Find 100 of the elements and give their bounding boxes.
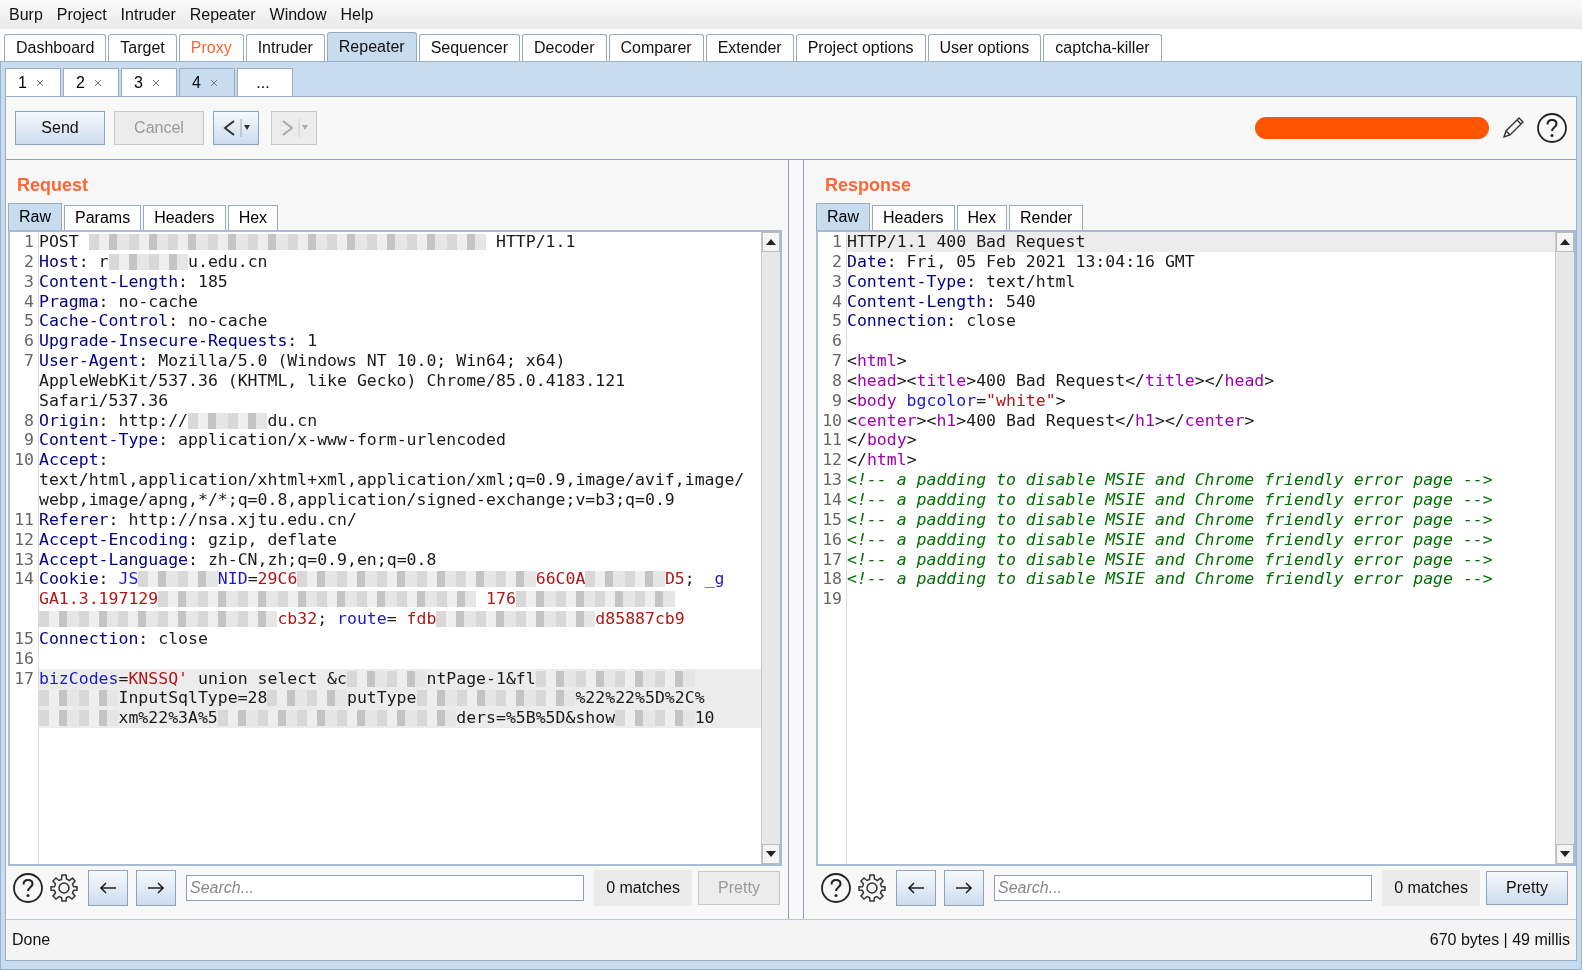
search-field[interactable]: Search... xyxy=(186,875,585,901)
code-line: Content-Length: 185 xyxy=(38,271,229,292)
line-number: 16 xyxy=(821,529,843,550)
scroll-down-icon[interactable] xyxy=(1559,850,1571,858)
view-tab[interactable]: Hex xyxy=(956,205,1007,230)
line-number: 3 xyxy=(23,271,35,292)
menu-item[interactable]: Project xyxy=(49,5,114,24)
request-tab[interactable]: 3 xyxy=(121,68,177,96)
line-number: 6 xyxy=(23,331,35,352)
send-button[interactable]: Send xyxy=(15,111,105,145)
view-tab[interactable]: Hex xyxy=(227,205,279,230)
code-line: <!-- a padding to disable MSIE and Chrome friendly error page --> xyxy=(846,470,1494,490)
main-tab[interactable]: captcha-killer xyxy=(1043,34,1162,61)
line-number: 18 xyxy=(821,569,843,590)
pretty-button[interactable]: Pretty xyxy=(1486,871,1568,905)
previous-match-button[interactable] xyxy=(896,870,936,906)
main-tab[interactable]: Target xyxy=(108,34,177,61)
settings-icon[interactable] xyxy=(48,872,80,904)
left-arrow-icon xyxy=(98,881,118,895)
line-number: 17 xyxy=(821,549,843,570)
code-line: Accept-Encoding: gzip, deflate xyxy=(38,529,339,550)
line-number: 14 xyxy=(13,569,35,591)
close-icon[interactable] xyxy=(35,78,44,87)
code-line: Content-Type: application/x-www-form-urlencoded xyxy=(38,430,507,451)
main-tab[interactable]: Comparer xyxy=(608,34,704,61)
code-line: HTTP/1.1 400 Bad Request xyxy=(846,232,1087,252)
line-number: 7 xyxy=(23,351,35,373)
request-tab[interactable]: 4 xyxy=(179,68,235,96)
line-number: 3 xyxy=(831,271,843,292)
menu-item[interactable]: Repeater xyxy=(182,5,263,24)
line-number: 6 xyxy=(831,331,843,352)
view-tab[interactable]: Params xyxy=(64,205,142,230)
code-line: Accept: text/html,application/xhtml+xml,application/xml;q=0.9,image/avif,image/webp,image/apng,*/*;q=0.8,application/signed-exchange;v=b3;q=0.9 xyxy=(38,450,745,510)
line-number: 10 xyxy=(13,450,35,472)
view-tab[interactable]: Raw xyxy=(8,203,62,230)
line-number: 13 xyxy=(821,470,843,490)
menu-item[interactable]: Intruder xyxy=(113,5,183,24)
line-number: 15 xyxy=(821,509,843,530)
code-line: Host: r u.edu.cn xyxy=(38,251,269,272)
line-number: 1 xyxy=(23,232,35,252)
code-line: <!-- a padding to disable MSIE and Chrome friendly error page --> xyxy=(846,509,1494,530)
help-icon[interactable] xyxy=(820,872,852,904)
scroll-down-icon[interactable] xyxy=(765,850,777,858)
view-tab[interactable]: Render xyxy=(1008,205,1084,230)
code-line: Upgrade-Insecure-Requests: 1 xyxy=(38,331,319,352)
menu-item[interactable]: Window xyxy=(262,5,334,24)
close-icon[interactable] xyxy=(93,78,102,87)
menu-item[interactable]: Help xyxy=(333,5,381,24)
line-number: 4 xyxy=(831,291,843,312)
code-line: Content-Length: 540 xyxy=(846,291,1037,312)
help-icon[interactable] xyxy=(12,872,44,904)
code-line: Pragma: no-cache xyxy=(38,291,199,312)
main-tab[interactable]: Project options xyxy=(795,34,926,61)
line-number: 14 xyxy=(821,489,843,510)
main-tab[interactable]: Sequencer xyxy=(418,34,520,61)
next-match-button[interactable] xyxy=(944,870,984,906)
code-line: Cache-Control: no-cache xyxy=(38,311,269,332)
code-editor[interactable] xyxy=(816,230,1576,866)
code-line: <!-- a padding to disable MSIE and Chrome friendly error page --> xyxy=(846,569,1494,590)
code-line: <center><h1>400 Bad Request</h1></center> xyxy=(846,410,1256,431)
back-button[interactable] xyxy=(213,111,259,145)
main-tab[interactable]: Intruder xyxy=(245,34,325,61)
line-number: 5 xyxy=(831,311,843,332)
main-tab[interactable]: User options xyxy=(927,34,1042,61)
view-tab[interactable]: Headers xyxy=(872,205,955,230)
line-number: 17 xyxy=(13,668,35,690)
previous-match-button[interactable] xyxy=(88,870,128,906)
line-number: 2 xyxy=(23,251,35,272)
line-number: 12 xyxy=(821,450,843,471)
response-stats: 670 bytes | 49 millis xyxy=(1429,931,1570,949)
view-tab[interactable]: Headers xyxy=(143,205,226,230)
line-number: 19 xyxy=(821,589,843,610)
right-arrow-icon xyxy=(146,881,166,895)
scrollbar[interactable] xyxy=(761,232,780,864)
settings-icon[interactable] xyxy=(856,872,888,904)
close-icon[interactable] xyxy=(151,78,160,87)
next-match-button[interactable] xyxy=(136,870,176,906)
line-number: 10 xyxy=(821,410,843,431)
view-tab[interactable]: Raw xyxy=(816,203,870,230)
main-tab[interactable]: Extender xyxy=(705,34,794,61)
line-number: 8 xyxy=(831,370,843,391)
scrollbar[interactable] xyxy=(1555,232,1574,864)
line-number: 4 xyxy=(23,291,35,312)
code-editor[interactable] xyxy=(8,230,782,866)
scroll-up-icon[interactable] xyxy=(1559,238,1571,246)
main-tab[interactable]: Repeater xyxy=(326,32,417,61)
line-number: 11 xyxy=(821,430,843,451)
code-line: <!-- a padding to disable MSIE and Chrome friendly error page --> xyxy=(846,549,1494,570)
scroll-up-icon[interactable] xyxy=(765,238,777,246)
menu-item[interactable]: Burp xyxy=(2,5,50,24)
request-tab[interactable]: 2 xyxy=(63,68,119,96)
main-tab[interactable]: Dashboard xyxy=(4,34,107,61)
close-icon[interactable] xyxy=(209,78,218,87)
code-line: Referer: http://nsa.xjtu.edu.cn/ xyxy=(38,509,358,530)
line-number: 1 xyxy=(831,232,843,252)
request-tab[interactable]: 1 xyxy=(5,68,61,96)
main-tab[interactable]: Decoder xyxy=(522,34,607,61)
help-icon[interactable] xyxy=(1536,112,1568,144)
search-field[interactable]: Search... xyxy=(994,875,1373,901)
request-tab[interactable]: ... xyxy=(237,68,293,96)
